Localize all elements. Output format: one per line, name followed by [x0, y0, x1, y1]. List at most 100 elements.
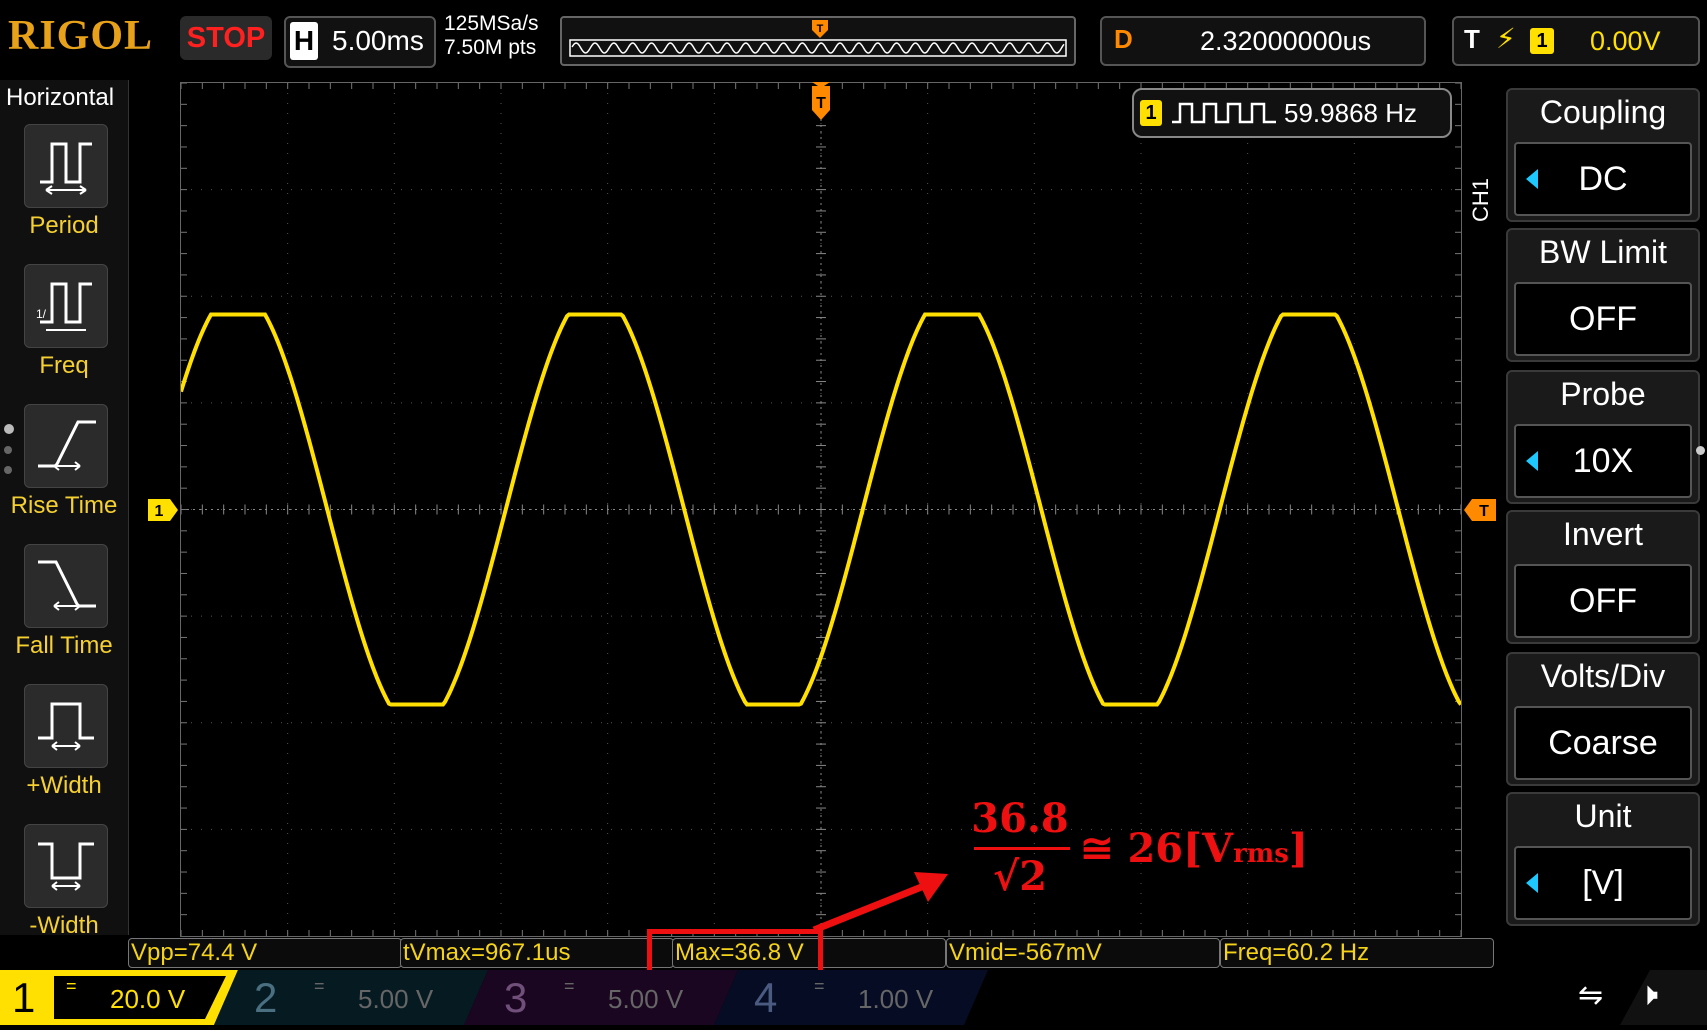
measure-period[interactable]: Period — [0, 124, 128, 264]
overview-waveform: T — [569, 20, 1067, 57]
timebase-box[interactable]: H 5.00ms — [284, 16, 436, 68]
waveform-display[interactable] — [179, 82, 1463, 937]
sample-rate: 125MSa/s — [444, 12, 539, 35]
acquisition-info: 125MSa/s 7.50M pts — [444, 12, 539, 60]
probe-softkey[interactable]: Probe 10X — [1506, 370, 1700, 504]
delay-label: D — [1114, 24, 1133, 54]
coupling-softkey[interactable]: Coupling DC — [1506, 88, 1700, 222]
ch4-status[interactable]: 4 = 1.00 V — [740, 970, 970, 1025]
unit-value: [V] — [1582, 864, 1624, 902]
page-indicator-dot — [4, 424, 14, 434]
svg-text:T: T — [816, 95, 826, 112]
measurement-vpp[interactable]: Vpp=74.4 V — [128, 938, 402, 968]
trigger-source: 1 — [1530, 28, 1554, 54]
dc-coupling-icon: = — [314, 976, 325, 996]
probe-value: 10X — [1572, 442, 1634, 480]
positive-width-label: +Width — [26, 772, 102, 799]
trigger-level: 0.00V — [1590, 26, 1661, 56]
page-indicator-dot — [4, 466, 12, 474]
dc-coupling-icon: = — [814, 976, 825, 996]
measure-rise-time[interactable]: Rise Time — [0, 404, 128, 544]
measurement-text: Freq=60.2 Hz — [1223, 939, 1370, 966]
rigol-logo: RIGOL — [8, 13, 154, 59]
freq-icon: 1/ — [24, 264, 108, 348]
fall-time-label: Fall Time — [15, 632, 113, 659]
ch3-scale: 5.00 V — [608, 984, 684, 1014]
run-stop-status[interactable]: STOP — [180, 16, 272, 60]
unit-softkey[interactable]: Unit [V] — [1506, 792, 1700, 926]
memory-depth: 7.50M pts — [444, 36, 537, 59]
measure-negative-width[interactable]: -Width — [0, 824, 128, 964]
trigger-label: T — [1464, 24, 1480, 54]
bw-limit-softkey[interactable]: BW Limit OFF — [1506, 228, 1700, 362]
ch1-marker-label: 1 — [155, 503, 164, 520]
rise-time-label: Rise Time — [10, 492, 118, 519]
channel-menu: Coupling DC BW Limit OFF Probe 10X Inver… — [1462, 80, 1707, 940]
counter-value: 59.9868 Hz — [1284, 98, 1417, 128]
timebase-value: 5.00ms — [332, 25, 424, 56]
ch1-status[interactable]: 1 = 20.0 V — [0, 970, 220, 1025]
graticule — [179, 82, 1463, 936]
menu-title: Horizontal — [6, 84, 115, 111]
delay-box[interactable]: D 2.32000000us — [1100, 16, 1426, 66]
invert-value: OFF — [1569, 582, 1637, 620]
usb-icon: ⇋ — [1578, 979, 1604, 1012]
bw-limit-header: BW Limit — [1539, 234, 1667, 270]
trigger-box[interactable]: T ⚡ 1 0.00V — [1452, 16, 1700, 66]
dc-coupling-icon: = — [66, 976, 77, 996]
waveform-overview[interactable]: T — [560, 16, 1076, 66]
counter-channel: 1 — [1140, 100, 1162, 126]
positive-width-icon — [24, 684, 108, 768]
measurement-text: Vpp=74.4 V — [131, 939, 258, 966]
volts-div-softkey[interactable]: Volts/Div Coarse — [1506, 652, 1700, 786]
unit-header: Unit — [1574, 798, 1632, 834]
timebase-label: H — [290, 22, 318, 60]
ch4-scale: 1.00 V — [858, 984, 934, 1014]
annotation-arrow — [812, 872, 948, 934]
volts-div-header: Volts/Div — [1540, 658, 1666, 694]
measure-fall-time[interactable]: Fall Time — [0, 544, 128, 684]
horizontal-measure-menu: Horizontal Period 1/ Freq Rise Time Fall… — [0, 80, 129, 939]
measurement-vmid[interactable]: Vmid=-567mV — [946, 938, 1220, 968]
invert-softkey[interactable]: Invert OFF — [1506, 510, 1700, 644]
measurement-text: tVmax=967.1us — [403, 939, 571, 966]
mute-speaker-icon[interactable]: 🕨 — [1638, 976, 1658, 1014]
delay-value: 2.32000000us — [1200, 26, 1372, 56]
frequency-counter: 1 59.9868 Hz — [1132, 88, 1452, 138]
dc-coupling-icon: = — [564, 976, 575, 996]
measurement-text: Vmid=-567mV — [949, 939, 1102, 966]
measurement-freq[interactable]: Freq=60.2 Hz — [1220, 938, 1494, 968]
volts-div-value: Coarse — [1548, 724, 1658, 762]
ch3-status[interactable]: 3 = 5.00 V — [490, 970, 720, 1025]
trigger-position-marker[interactable]: T — [810, 82, 832, 127]
period-label: Period — [29, 212, 99, 239]
ch1-offset-marker[interactable]: 1 — [148, 499, 178, 526]
invert-header: Invert — [1562, 516, 1644, 552]
formula-denominator: √2 — [992, 853, 1048, 900]
measure-positive-width[interactable]: +Width — [0, 684, 128, 824]
measure-freq[interactable]: 1/ Freq — [0, 264, 128, 404]
ch2-status[interactable]: 2 = 5.00 V — [240, 970, 470, 1025]
fall-time-icon — [24, 544, 108, 628]
coupling-header: Coupling — [1539, 94, 1667, 130]
coupling-value: DC — [1578, 160, 1628, 198]
formula-result: ≅ 26[Vrms] — [1080, 825, 1308, 872]
rise-time-icon — [24, 404, 108, 488]
rising-edge-icon: ⚡ — [1496, 23, 1516, 54]
negative-width-icon — [24, 824, 108, 908]
ch2-scale: 5.00 V — [358, 984, 434, 1014]
freq-label: Freq — [39, 352, 89, 379]
page-indicator-dot — [1696, 446, 1705, 455]
measurement-tvmax[interactable]: tVmax=967.1us — [400, 938, 674, 968]
ch3-number: 3 — [504, 974, 528, 1021]
negative-width-label: -Width — [29, 912, 99, 939]
pulse-icon — [1172, 102, 1276, 124]
ch1-number: 1 — [12, 974, 36, 1021]
formula-numerator: 36.8 — [971, 795, 1069, 842]
svg-text:1/: 1/ — [36, 307, 47, 321]
fraction-bar — [974, 847, 1070, 850]
probe-header: Probe — [1560, 376, 1646, 412]
svg-text:T: T — [817, 23, 824, 35]
ch1-scale: 20.0 V — [110, 984, 186, 1014]
ch2-number: 2 — [254, 974, 278, 1021]
